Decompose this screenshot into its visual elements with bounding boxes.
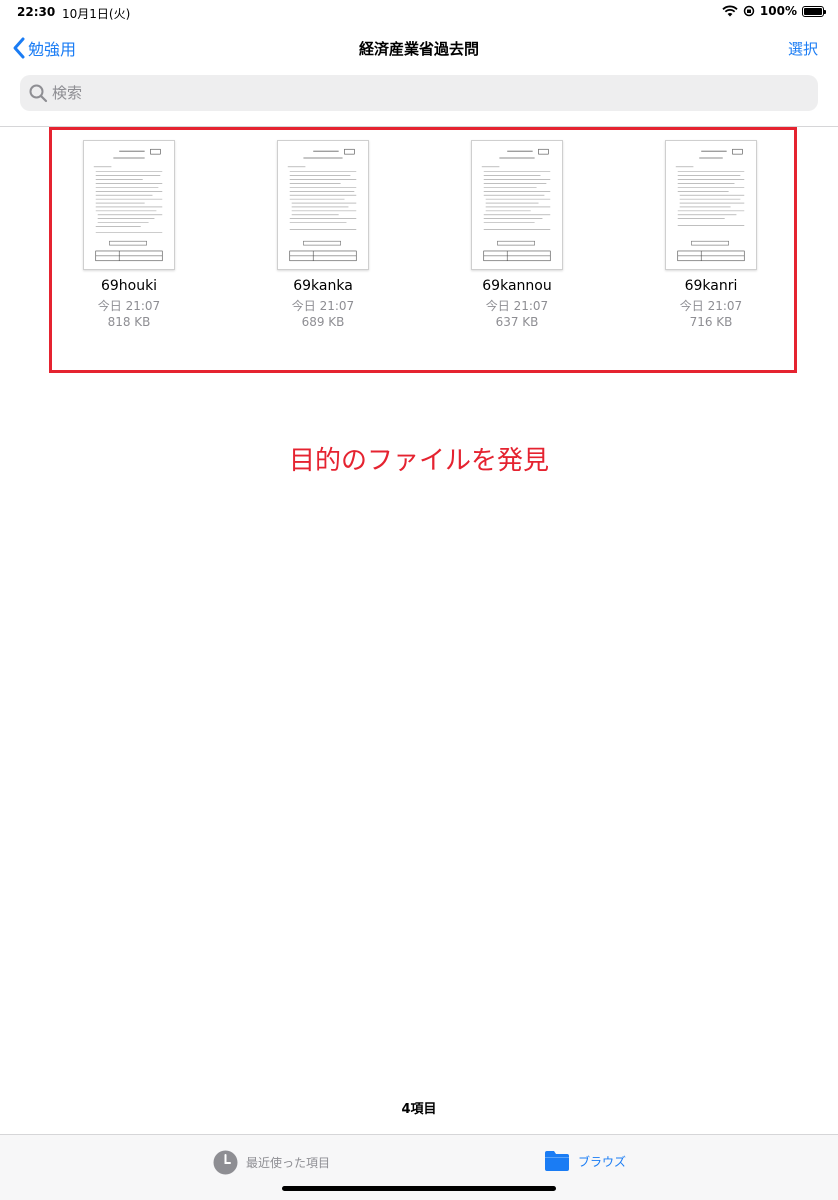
status-date: 10月1日(火) bbox=[62, 7, 131, 21]
annotation-text: 目的のファイルを発見 bbox=[288, 446, 549, 476]
file-size: 818 KB bbox=[107, 315, 151, 329]
pdf-thumbnail bbox=[83, 140, 175, 270]
document-preview-icon bbox=[287, 148, 357, 262]
file-date: 今日 21:07 bbox=[485, 299, 549, 313]
search-input[interactable] bbox=[52, 84, 752, 102]
file-item-69houki[interactable]: 69houki 今日 21:07 818 KB bbox=[49, 140, 209, 329]
battery-icon bbox=[802, 5, 826, 17]
home-indicator[interactable] bbox=[282, 1186, 556, 1191]
file-size: 637 KB bbox=[495, 315, 539, 329]
pdf-thumbnail bbox=[471, 140, 563, 270]
navigation-bar: 勉強用 経済産業省過去問 選択 bbox=[0, 24, 838, 74]
pdf-thumbnail bbox=[277, 140, 369, 270]
file-size: 689 KB bbox=[301, 315, 345, 329]
status-indicators: 100% bbox=[722, 4, 826, 18]
tab-browse-label: ブラウズ bbox=[578, 1154, 627, 1169]
file-date: 今日 21:07 bbox=[97, 299, 161, 313]
search-bar[interactable] bbox=[20, 75, 818, 111]
file-name: 69kannou bbox=[482, 278, 552, 294]
item-count: 4項目 bbox=[401, 1102, 437, 1117]
orientation-lock-icon bbox=[743, 5, 755, 17]
status-time: 22:30 bbox=[17, 5, 56, 19]
file-grid: 69houki 今日 21:07 818 KB 69kanka 今日 21:07… bbox=[49, 140, 797, 340]
search-icon bbox=[29, 84, 48, 103]
file-date: 今日 21:07 bbox=[291, 299, 355, 313]
file-name: 69houki bbox=[100, 278, 158, 294]
folder-icon bbox=[545, 1151, 569, 1171]
tab-recents-label: 最近使った項目 bbox=[246, 1156, 331, 1170]
tab-browse[interactable]: ブラウズ bbox=[544, 1150, 626, 1172]
document-preview-icon bbox=[93, 148, 163, 262]
file-item-69kannou[interactable]: 69kannou 今日 21:07 637 KB bbox=[437, 140, 597, 329]
file-item-69kanri[interactable]: 69kanri 今日 21:07 716 KB bbox=[631, 140, 791, 329]
battery-percent: 100% bbox=[759, 4, 797, 18]
file-size: 716 KB bbox=[689, 315, 733, 329]
file-name: 69kanri bbox=[684, 278, 738, 294]
page-title: 経済産業省過去問 bbox=[358, 40, 479, 58]
status-bar: 22:30 10月1日(火) 100% bbox=[0, 0, 838, 24]
file-name: 69kanka bbox=[293, 278, 353, 294]
select-button[interactable]: 選択 bbox=[788, 38, 818, 59]
file-item-69kanka[interactable]: 69kanka 今日 21:07 689 KB bbox=[243, 140, 403, 329]
tab-recents[interactable]: 最近使った項目 bbox=[213, 1150, 330, 1175]
document-preview-icon bbox=[481, 148, 551, 262]
document-preview-icon bbox=[675, 148, 745, 262]
wifi-icon bbox=[722, 5, 738, 17]
pdf-thumbnail bbox=[665, 140, 757, 270]
clock-icon bbox=[213, 1150, 238, 1175]
file-date: 今日 21:07 bbox=[679, 299, 743, 313]
